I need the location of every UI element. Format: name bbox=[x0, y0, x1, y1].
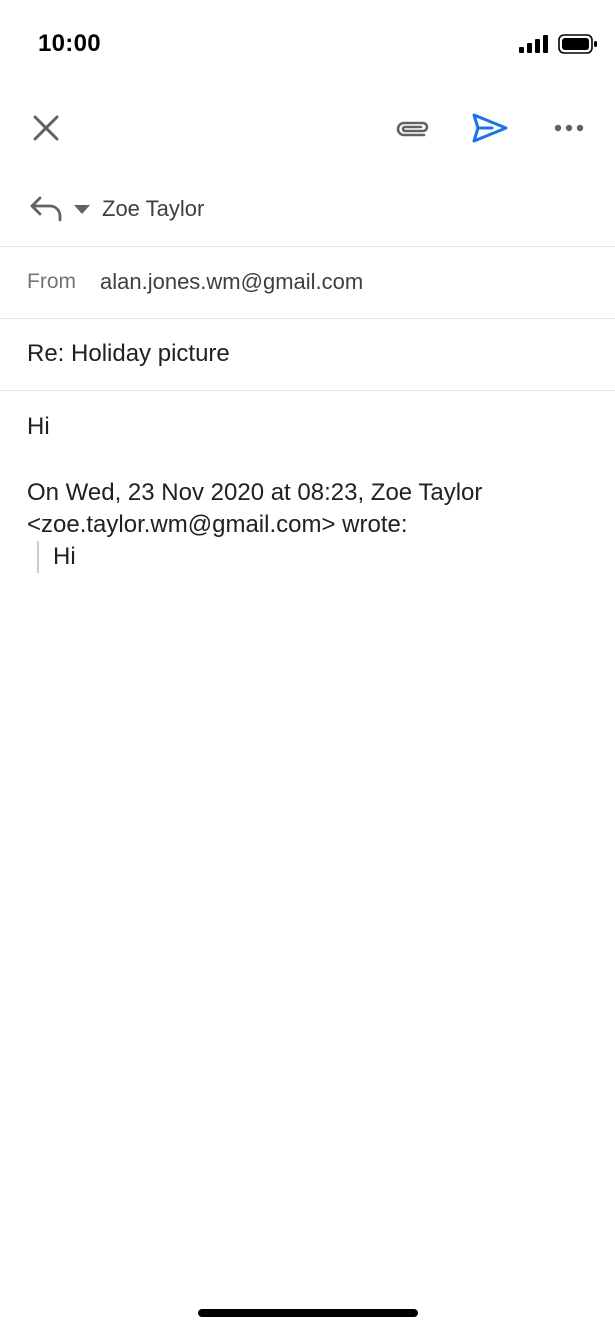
battery-icon bbox=[558, 34, 597, 54]
more-horizontal-icon bbox=[554, 124, 584, 132]
subject-value: Re: Holiday picture bbox=[27, 340, 230, 367]
attach-button[interactable] bbox=[390, 107, 434, 151]
cellular-signal-icon bbox=[519, 35, 548, 53]
paperclip-icon bbox=[396, 121, 429, 137]
quoted-message: Hi bbox=[37, 541, 597, 573]
body-greeting: Hi bbox=[27, 413, 50, 440]
subject-field[interactable]: Re: Holiday picture bbox=[0, 319, 615, 391]
close-button[interactable] bbox=[25, 107, 67, 149]
quote-header-line-1: On Wed, 23 Nov 2020 at 08:23, Zoe Taylor bbox=[27, 479, 483, 506]
home-indicator[interactable] bbox=[198, 1309, 418, 1317]
send-icon bbox=[472, 113, 508, 143]
message-body[interactable]: Hi On Wed, 23 Nov 2020 at 08:23, Zoe Tay… bbox=[27, 411, 597, 573]
send-button[interactable] bbox=[468, 106, 512, 150]
compose-toolbar bbox=[0, 90, 615, 170]
from-label: From bbox=[27, 270, 76, 293]
reply-recipient: Zoe Taylor bbox=[102, 196, 205, 221]
chevron-down-icon[interactable] bbox=[74, 205, 90, 215]
more-options-button[interactable] bbox=[548, 107, 590, 149]
status-time: 10:00 bbox=[38, 30, 101, 57]
status-bar: 10:00 bbox=[0, 0, 615, 90]
close-icon bbox=[33, 115, 59, 141]
from-row[interactable]: From alan.jones.wm@gmail.com bbox=[0, 247, 615, 319]
from-address[interactable]: alan.jones.wm@gmail.com bbox=[100, 269, 363, 295]
quote-header-line-2: <zoe.taylor.wm@gmail.com> wrote: bbox=[27, 511, 408, 538]
quoted-text: Hi bbox=[53, 543, 76, 570]
reply-recipient-row[interactable]: Zoe Taylor bbox=[0, 172, 615, 247]
reply-icon bbox=[30, 196, 62, 222]
